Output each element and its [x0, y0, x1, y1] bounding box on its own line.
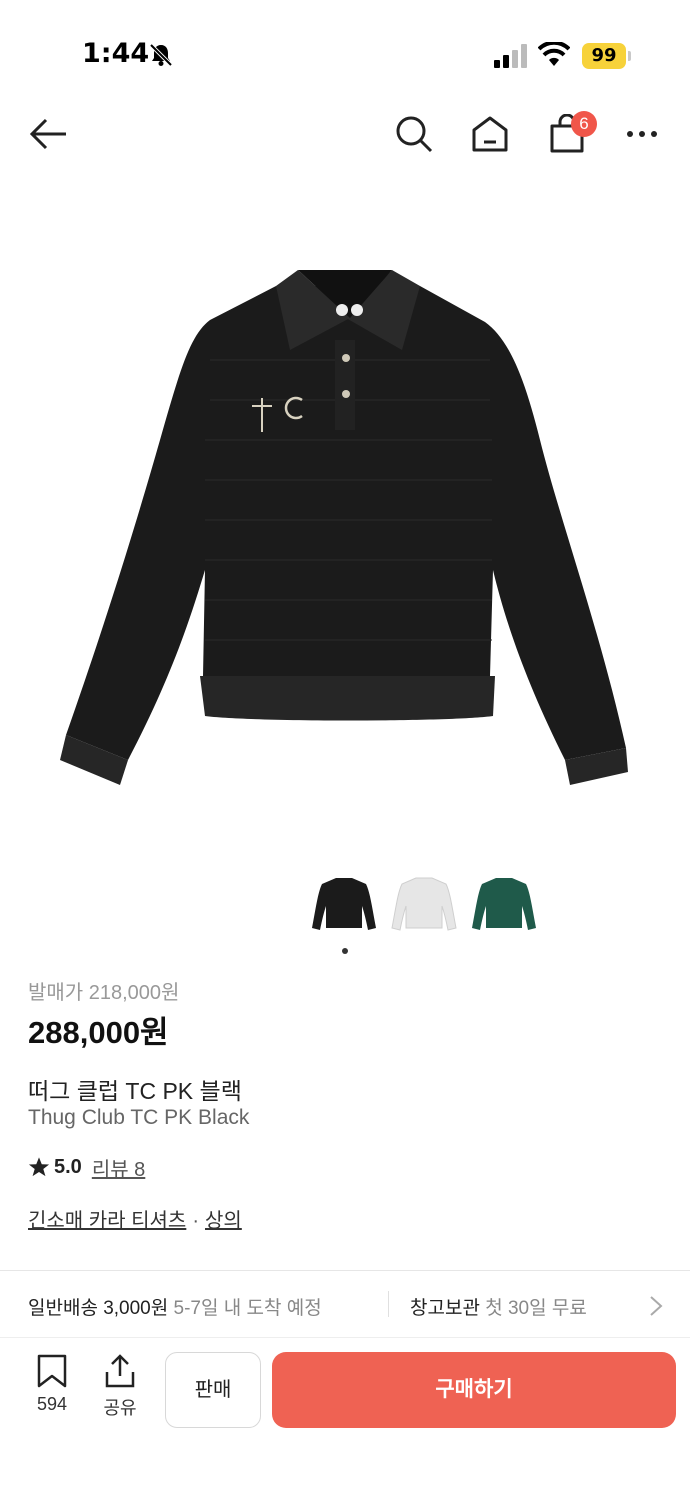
- carousel-indicator: [342, 948, 348, 954]
- storage-note: 첫 30일 무료: [485, 1298, 587, 1319]
- cart-count-badge: 6: [571, 111, 597, 137]
- product-name-english: Thug Club TC PK Black: [28, 1106, 250, 1129]
- signal-icon: [494, 44, 527, 68]
- storage-label: 창고보관: [410, 1298, 480, 1319]
- release-price: 발매가 218,000원: [28, 982, 180, 1004]
- thumbnail-black[interactable]: [308, 872, 380, 942]
- shipping-eta: 5-7일 내 도착 예정: [173, 1298, 322, 1319]
- bookmark-button[interactable]: 594: [26, 1354, 78, 1426]
- thumbnail-white[interactable]: [388, 872, 460, 942]
- battery-indicator: 99: [582, 43, 626, 69]
- shipping-label: 일반배송 3,000원: [28, 1298, 169, 1319]
- chevron-right-icon: [650, 1296, 663, 1316]
- search-icon[interactable]: [394, 114, 434, 154]
- rating-row: 5.0 리뷰 8: [28, 1153, 145, 1181]
- vertical-divider: [388, 1291, 389, 1317]
- color-thumbnails: [308, 872, 548, 944]
- category-separator: ·: [192, 1210, 199, 1232]
- product-image[interactable]: [0, 200, 690, 860]
- standard-shipping: 일반배송 3,000원 5-7일 내 도착 예정: [28, 1293, 322, 1320]
- battery-tip: [628, 51, 631, 61]
- back-arrow-icon[interactable]: [28, 114, 68, 154]
- home-icon[interactable]: [470, 114, 510, 154]
- category-link-tops[interactable]: 상의: [205, 1210, 242, 1232]
- category-breadcrumb: 긴소매 카라 티셔츠 · 상의: [28, 1204, 242, 1233]
- shipping-info-row[interactable]: 일반배송 3,000원 5-7일 내 도착 예정 창고보관 첫 30일 무료: [0, 1271, 690, 1337]
- bookmark-icon: [37, 1354, 67, 1388]
- more-icon[interactable]: [622, 114, 662, 154]
- current-price: 288,000원: [28, 1015, 169, 1050]
- bottom-action-bar: 594 공유 판매 구매하기: [0, 1338, 690, 1500]
- rating-score: 5.0: [54, 1155, 82, 1178]
- buy-button[interactable]: 구매하기: [272, 1352, 676, 1428]
- sell-button[interactable]: 판매: [165, 1352, 261, 1428]
- warehouse-storage: 창고보관 첫 30일 무료: [410, 1293, 587, 1320]
- star-icon: [28, 1157, 50, 1177]
- status-time: 1:44: [82, 38, 150, 69]
- bookmark-count: 594: [36, 1394, 68, 1414]
- share-label: 공유: [103, 1398, 137, 1418]
- share-icon: [105, 1354, 135, 1388]
- status-bar: 1:44 99: [0, 0, 690, 100]
- bell-muted-icon: [149, 43, 173, 67]
- category-link-long-sleeve-collar[interactable]: 긴소매 카라 티셔츠: [28, 1210, 186, 1232]
- product-name-korean: 떠그 클럽 TC PK 블랙: [28, 1078, 242, 1104]
- thumbnail-green[interactable]: [468, 872, 540, 942]
- review-link[interactable]: 리뷰 8: [92, 1153, 145, 1182]
- wifi-icon: [538, 42, 570, 66]
- share-button[interactable]: 공유: [96, 1354, 144, 1426]
